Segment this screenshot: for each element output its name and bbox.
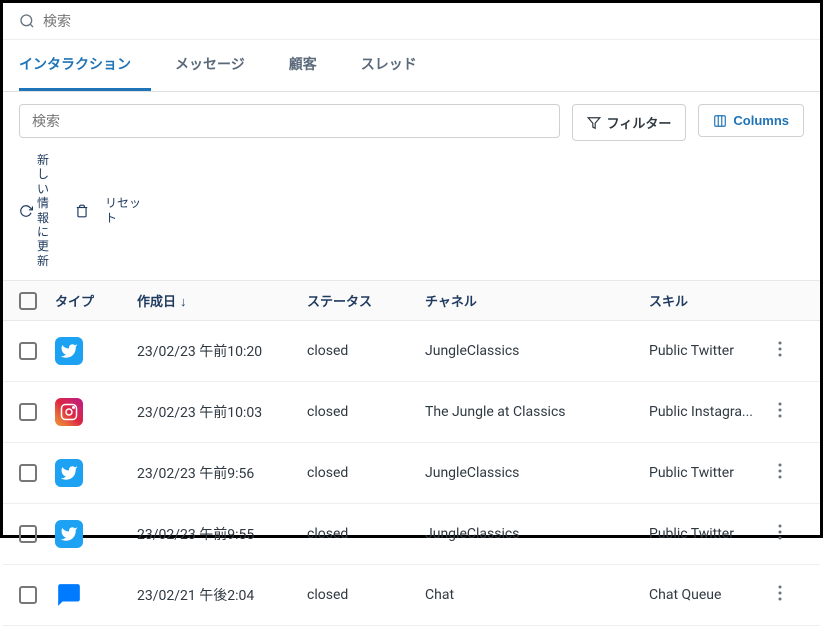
tabs: インタラクション メッセージ 顧客 スレッド bbox=[3, 40, 820, 92]
instagram-icon bbox=[55, 398, 83, 426]
table-body: 23/02/23 午前10:20closedJungleClassicsPubl… bbox=[3, 321, 820, 626]
header-type[interactable]: タイプ bbox=[47, 291, 137, 310]
toolbar: フィルター Columns bbox=[3, 92, 820, 153]
table-row[interactable]: 23/02/23 午前10:03closedThe Jungle at Clas… bbox=[3, 382, 820, 443]
reset-label: リセット bbox=[105, 196, 145, 225]
header-date[interactable]: 作成日↓ bbox=[137, 291, 307, 310]
filter-icon bbox=[587, 116, 601, 130]
cell-date: 23/02/21 午後2:04 bbox=[137, 585, 307, 605]
tab-customers[interactable]: 顧客 bbox=[289, 40, 337, 91]
cell-status: closed bbox=[307, 343, 425, 359]
table-row[interactable]: 23/02/21 午後2:04closedChatChat Queue bbox=[3, 565, 820, 626]
header-status[interactable]: ステータス bbox=[307, 291, 425, 310]
table-row[interactable]: 23/02/23 午前10:20closedJungleClassicsPubl… bbox=[3, 321, 820, 382]
cell-channel: Chat bbox=[425, 587, 649, 603]
actions-row: 新しい情報に更新 リセット bbox=[3, 153, 820, 280]
row-more-button[interactable] bbox=[778, 524, 804, 544]
cell-channel: JungleClassics bbox=[425, 526, 649, 542]
cell-date: 23/02/23 午前9:56 bbox=[137, 463, 307, 483]
cell-status: closed bbox=[307, 587, 425, 603]
cell-date: 23/02/23 午前10:03 bbox=[137, 402, 307, 422]
cell-skill: Chat Queue bbox=[649, 587, 778, 603]
table-row[interactable]: 23/02/23 午前9:56closedJungleClassicsPubli… bbox=[3, 443, 820, 504]
cell-status: closed bbox=[307, 526, 425, 542]
tab-interactions[interactable]: インタラクション bbox=[19, 40, 151, 91]
filter-label: フィルター bbox=[607, 113, 672, 132]
cell-channel: JungleClassics bbox=[425, 465, 649, 481]
row-checkbox[interactable] bbox=[19, 403, 37, 421]
cell-status: closed bbox=[307, 465, 425, 481]
tab-messages[interactable]: メッセージ bbox=[175, 40, 265, 91]
columns-icon bbox=[713, 114, 727, 128]
header-skill[interactable]: スキル bbox=[649, 291, 778, 310]
cell-skill: Public Twitter bbox=[649, 526, 778, 542]
search-icon bbox=[19, 13, 35, 29]
refresh-icon bbox=[19, 204, 33, 218]
global-search[interactable] bbox=[3, 3, 820, 40]
columns-label: Columns bbox=[733, 113, 789, 128]
twitter-icon bbox=[55, 337, 83, 365]
cell-channel: JungleClassics bbox=[425, 343, 649, 359]
refresh-label: 新しい情報に更新 bbox=[37, 153, 59, 268]
row-more-button[interactable] bbox=[778, 341, 804, 361]
twitter-icon bbox=[55, 520, 83, 548]
row-more-button[interactable] bbox=[778, 585, 804, 605]
global-search-input[interactable] bbox=[43, 13, 804, 29]
delete-button[interactable] bbox=[75, 204, 89, 218]
filter-button[interactable]: フィルター bbox=[572, 104, 687, 141]
row-checkbox[interactable] bbox=[19, 464, 37, 482]
sort-down-icon: ↓ bbox=[180, 295, 187, 310]
select-all-checkbox[interactable] bbox=[19, 292, 37, 310]
row-checkbox[interactable] bbox=[19, 586, 37, 604]
table-search-input[interactable] bbox=[19, 104, 560, 138]
twitter-icon bbox=[55, 459, 83, 487]
cell-date: 23/02/23 午前9:55 bbox=[137, 524, 307, 544]
reset-button[interactable]: リセット bbox=[105, 196, 145, 225]
cell-skill: Public Twitter bbox=[649, 465, 778, 481]
row-checkbox[interactable] bbox=[19, 342, 37, 360]
row-more-button[interactable] bbox=[778, 402, 804, 422]
cell-skill: Public Twitter bbox=[649, 343, 778, 359]
cell-channel: The Jungle at Classics bbox=[425, 404, 649, 420]
chat-icon bbox=[55, 581, 83, 609]
cell-skill: Public Instagra... bbox=[649, 404, 778, 420]
refresh-button[interactable]: 新しい情報に更新 bbox=[19, 153, 59, 268]
columns-button[interactable]: Columns bbox=[698, 104, 804, 137]
table-row[interactable]: 23/02/23 午前9:55closedJungleClassicsPubli… bbox=[3, 504, 820, 565]
table-header: タイプ 作成日↓ ステータス チャネル スキル bbox=[3, 280, 820, 321]
trash-icon bbox=[75, 204, 89, 218]
cell-status: closed bbox=[307, 404, 425, 420]
tab-threads[interactable]: スレッド bbox=[361, 40, 437, 91]
cell-date: 23/02/23 午前10:20 bbox=[137, 341, 307, 361]
header-channel[interactable]: チャネル bbox=[425, 291, 649, 310]
row-more-button[interactable] bbox=[778, 463, 804, 483]
row-checkbox[interactable] bbox=[19, 525, 37, 543]
